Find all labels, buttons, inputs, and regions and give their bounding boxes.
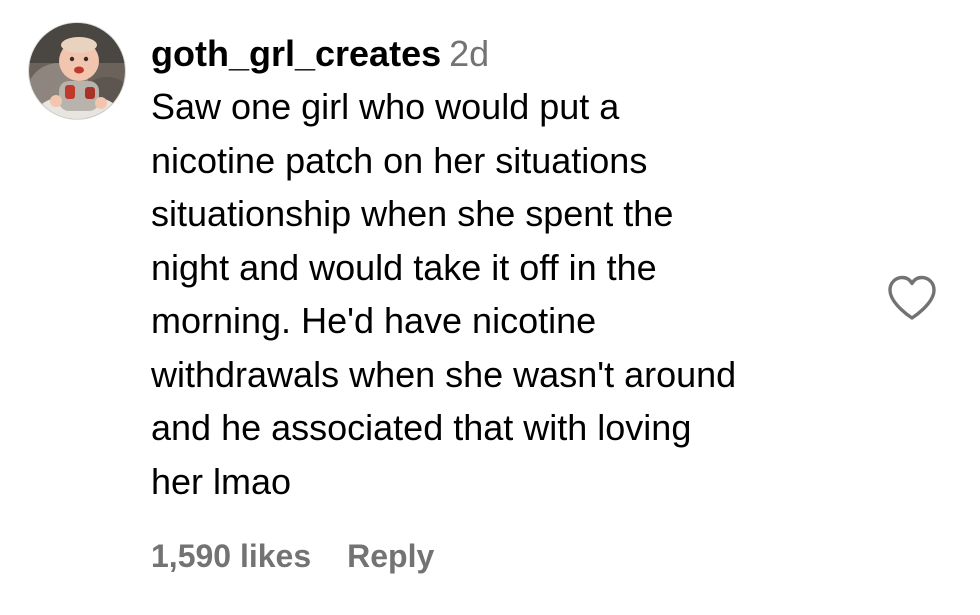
- comment-text-line: withdrawals when she wasn't around: [151, 353, 737, 395]
- heart-outline-icon: [888, 275, 936, 320]
- comment-text-line: nicotine patch on her situations: [151, 139, 648, 181]
- comment-actions: 1,590 likes Reply: [151, 532, 434, 580]
- comment-text-line: her lmao: [151, 460, 292, 502]
- comment-body: goth_grl_creates 2d Saw one girl who woul…: [151, 28, 871, 508]
- comment-text-line: and he associated that with loving: [151, 407, 692, 448]
- avatar-photo: [29, 23, 125, 119]
- avatar[interactable]: [28, 22, 126, 120]
- comment: goth_grl_creates 2d Saw one girl who woul…: [0, 0, 980, 615]
- timestamp[interactable]: 2d: [449, 33, 489, 74]
- like-button[interactable]: [886, 274, 938, 322]
- comment-text-line: morning. He'd have nicotine: [151, 300, 597, 341]
- comment-text-line: night and would take it off in the: [151, 246, 657, 288]
- likes-count-button[interactable]: 1,590 likes: [151, 538, 311, 574]
- username-link[interactable]: goth_grl_creates: [151, 33, 441, 74]
- comment-text-line: Saw one girl who would put a: [151, 86, 620, 127]
- reply-button[interactable]: Reply: [347, 538, 434, 574]
- comment-text: Saw one girl who would put a nicotine pa…: [151, 80, 871, 508]
- comment-text-line: situationship when she spent the: [151, 193, 674, 234]
- comment-header: goth_grl_creates 2d: [151, 28, 871, 80]
